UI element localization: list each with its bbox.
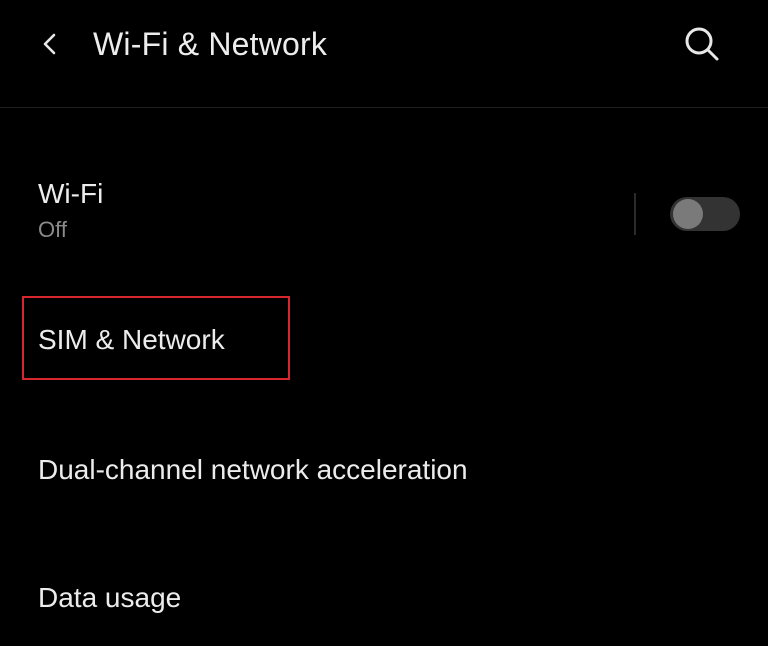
settings-item-sim-network[interactable]: SIM & Network [0, 296, 768, 382]
app-bar: Wi-Fi & Network [0, 0, 768, 108]
settings-item-data-usage[interactable]: Data usage [0, 558, 768, 638]
back-button[interactable] [30, 24, 70, 64]
page-title: Wi-Fi & Network [93, 26, 328, 62]
wifi-label: Wi-Fi [38, 178, 104, 209]
chevron-left-icon [43, 33, 56, 55]
search-icon [685, 27, 719, 61]
toggle-knob [673, 199, 703, 229]
settings-item-dual-channel[interactable]: Dual-channel network acceleration [0, 430, 768, 510]
data-usage-label: Data usage [38, 582, 182, 613]
settings-item-wifi[interactable]: Wi-Fi Off [0, 160, 768, 270]
dual-channel-label: Dual-channel network acceleration [38, 454, 468, 485]
search-button[interactable] [680, 22, 724, 66]
sim-network-label: SIM & Network [38, 324, 225, 355]
wifi-status: Off [38, 217, 67, 242]
row-divider [634, 193, 636, 235]
wifi-toggle[interactable] [670, 197, 740, 231]
